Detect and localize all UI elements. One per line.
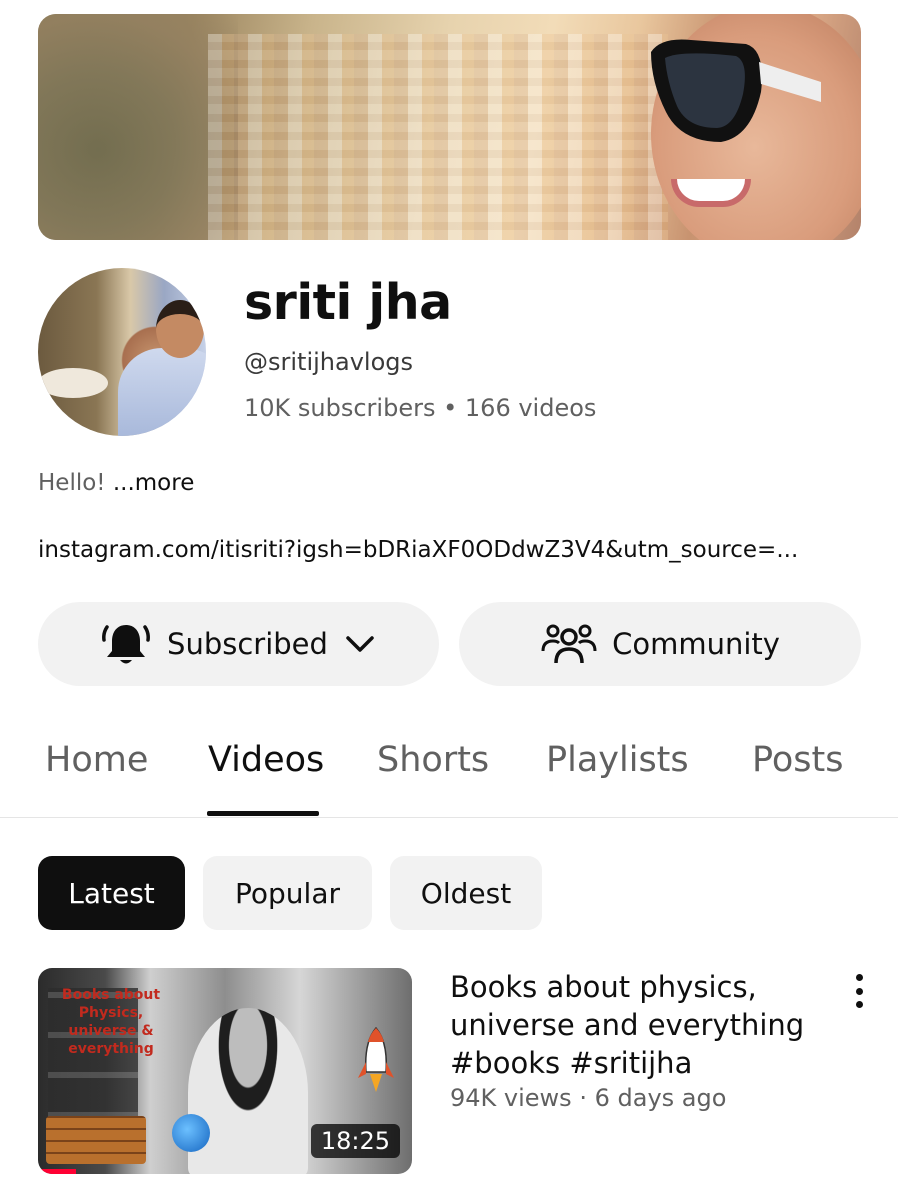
avatar-head [156,300,204,358]
channel-stats: 10K subscribers • 166 videos [244,394,596,422]
subscribed-label: Subscribed [167,627,328,661]
community-button[interactable]: Community [459,602,861,686]
channel-link[interactable]: instagram.com/itisriti?igsh=bDRiaXF0ODdw… [38,537,798,563]
chevron-down-icon [346,636,374,652]
watch-progress-bar [38,1169,76,1174]
community-icon [541,624,597,664]
video-age: 6 days ago [594,1084,727,1112]
tab-playlists[interactable]: Playlists [546,740,689,780]
meta-separator: · [579,1084,587,1112]
banner-houses [208,34,668,240]
channel-name: sriti jha [244,274,452,331]
subscribed-button[interactable]: Subscribed [38,602,439,686]
tab-home[interactable]: Home [45,740,148,780]
bell-icon [102,625,150,664]
channel-handle: @sritijhavlogs [244,348,413,376]
rocket-icon [358,1026,394,1092]
tab-videos[interactable]: Videos [208,740,324,780]
more-options-icon[interactable] [852,974,866,1008]
channel-avatar[interactable] [38,268,206,436]
channel-banner [38,14,861,240]
avatar-shirt [118,348,206,436]
thumb-books [46,1116,146,1164]
active-tab-indicator [207,811,319,816]
video-count: 166 videos [464,394,597,422]
avatar-table [38,368,108,398]
description-text: Hello! [38,470,106,496]
stats-separator: • [443,394,458,422]
chip-popular[interactable]: Popular [203,856,372,930]
channel-description[interactable]: Hello! ...more [38,470,194,496]
thumb-overlay-text: Books about Physics, universe & everythi… [61,987,161,1057]
tab-posts[interactable]: Posts [752,740,843,780]
video-meta: 94K views · 6 days ago [450,1084,726,1112]
video-views: 94K views [450,1084,572,1112]
chip-latest[interactable]: Latest [38,856,185,930]
community-label: Community [612,627,780,661]
tab-shorts[interactable]: Shorts [377,740,489,780]
sunglasses-graphic [651,39,821,142]
video-title[interactable]: Books about physics, universe and everyt… [450,968,830,1082]
globe-icon [172,1114,210,1152]
video-duration: 18:25 [310,1124,400,1158]
video-thumbnail[interactable]: Books about Physics, universe & everythi… [38,968,412,1174]
subscriber-count: 10K subscribers [244,394,436,422]
more-link[interactable]: ...more [113,470,195,496]
thumb-person [188,1008,308,1174]
chip-oldest[interactable]: Oldest [390,856,542,930]
channel-tabs: Home Videos Shorts Playlists Posts [0,740,898,818]
